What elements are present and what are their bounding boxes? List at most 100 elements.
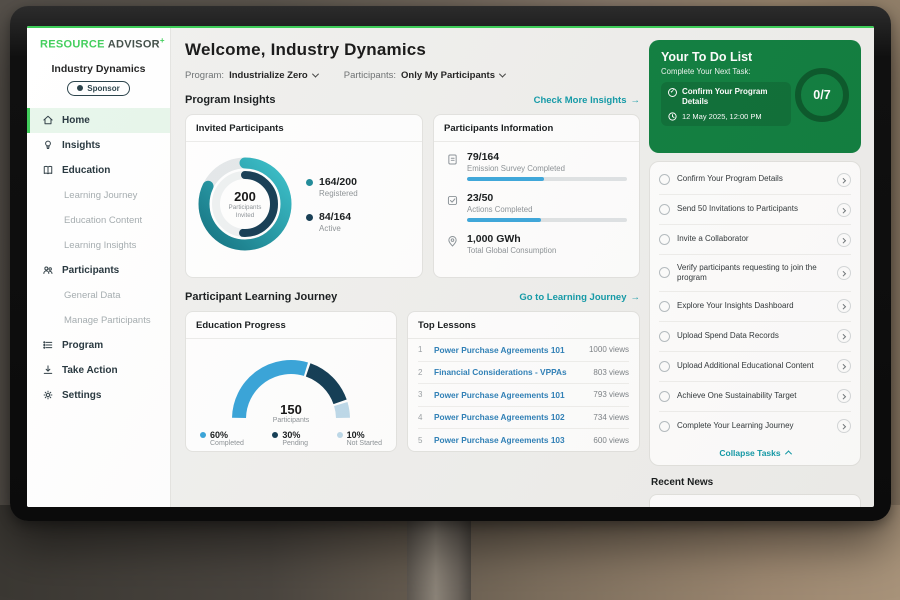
- sidebar-item-education-content[interactable]: Education Content: [27, 208, 170, 233]
- lesson-title-link[interactable]: Power Purchase Agreements 101: [434, 390, 585, 400]
- registered-value: 164/200: [319, 176, 358, 188]
- todo-panel: Your To Do List Complete Your Next Task:…: [649, 26, 861, 507]
- invited-participants-donut: 200 Participants Invited: [190, 149, 300, 259]
- task-checkbox[interactable]: [659, 301, 670, 312]
- sidebar-item-settings[interactable]: Settings: [27, 383, 170, 408]
- progress-fill: [467, 177, 544, 181]
- task-label: Verify participants requesting to join t…: [677, 263, 830, 284]
- task-row[interactable]: Upload Spend Data Records: [659, 322, 851, 352]
- check-more-insights-link[interactable]: Check More Insights →: [534, 95, 640, 106]
- task-open-button[interactable]: [837, 203, 851, 217]
- sidebar-item-home[interactable]: Home: [27, 108, 170, 133]
- chevron-right-icon: [840, 304, 846, 310]
- task-row[interactable]: Send 50 Invitations to Participants: [659, 195, 851, 225]
- map-pin-icon: [446, 235, 459, 248]
- sidebar-item-label: Education Content: [64, 215, 142, 226]
- sidebar-item-learning-insights[interactable]: Learning Insights: [27, 233, 170, 258]
- lesson-title-link[interactable]: Power Purchase Agreements 102: [434, 412, 585, 422]
- progress-fill: [467, 218, 541, 222]
- task-label: Confirm Your Program Details: [677, 174, 830, 184]
- next-task-label: Confirm Your Program Details: [682, 87, 784, 107]
- chevron-right-icon: [840, 207, 846, 213]
- task-row[interactable]: Complete Your Learning Journey: [659, 412, 851, 441]
- link-label: Check More Insights: [534, 95, 627, 106]
- lesson-row: 4 Power Purchase Agreements 102 734 view…: [418, 407, 629, 430]
- donut-legend: 164/200 Registered 84/164 Active: [302, 176, 358, 233]
- stat-value: 23/50: [467, 192, 627, 204]
- chevron-right-icon: [840, 237, 846, 243]
- legend-value: 10%: [347, 430, 382, 440]
- task-checkbox[interactable]: [659, 421, 670, 432]
- sidebar-item-take-action[interactable]: Take Action: [27, 358, 170, 383]
- participants-filter-dropdown[interactable]: Participants: Only My Participants: [344, 70, 505, 81]
- stat-label: Total Global Consumption: [467, 246, 627, 255]
- sidebar-item-education[interactable]: Education: [27, 158, 170, 183]
- task-checkbox[interactable]: [659, 331, 670, 342]
- main-content: Welcome, Industry Dynamics Program: Indu…: [171, 26, 649, 507]
- lesson-rank: 5: [418, 436, 426, 445]
- legend-dot-active: [306, 214, 313, 221]
- sidebar-item-insights[interactable]: Insights: [27, 133, 170, 158]
- task-open-button[interactable]: [837, 299, 851, 313]
- task-row[interactable]: Achieve One Sustainability Target: [659, 382, 851, 412]
- participants-icon: [42, 264, 54, 276]
- insights-cards-row: Invited Participants: [185, 114, 640, 278]
- task-open-button[interactable]: [837, 266, 851, 280]
- active-value: 84/164: [319, 211, 351, 223]
- stat-label: Actions Completed: [467, 205, 627, 214]
- sidebar-item-label: Participants: [62, 265, 119, 276]
- lesson-views: 1000 views: [589, 345, 629, 354]
- task-row[interactable]: Confirm Your Program Details: [659, 165, 851, 195]
- task-checkbox[interactable]: [659, 361, 670, 372]
- program-filter-dropdown[interactable]: Program: Industrialize Zero: [185, 70, 318, 81]
- task-row[interactable]: Upload Additional Educational Content: [659, 352, 851, 382]
- task-open-button[interactable]: [837, 233, 851, 247]
- sidebar-item-manage-participants[interactable]: Manage Participants: [27, 308, 170, 333]
- task-checkbox[interactable]: [659, 234, 670, 245]
- sidebar-item-learning-journey[interactable]: Learning Journey: [27, 183, 170, 208]
- sidebar-item-participants[interactable]: Participants: [27, 258, 170, 283]
- stat-actions-completed: 23/50 Actions Completed: [446, 192, 627, 222]
- todo-title: Your To Do List: [661, 50, 849, 64]
- go-to-learning-journey-link[interactable]: Go to Learning Journey →: [519, 292, 640, 303]
- task-checkbox[interactable]: [659, 391, 670, 402]
- lesson-title-link[interactable]: Power Purchase Agreements 101: [434, 345, 581, 355]
- active-label: Active: [319, 224, 351, 233]
- lesson-title-link[interactable]: Financial Considerations - VPPAs: [434, 367, 585, 377]
- sidebar-item-label: General Data: [64, 290, 121, 301]
- arrow-right-icon: →: [631, 95, 641, 106]
- task-open-button[interactable]: [837, 419, 851, 433]
- chevron-right-icon: [840, 394, 846, 400]
- legend-registered: 164/200 Registered: [306, 176, 358, 198]
- education-progress-card: Education Progress 150 Participants 60%: [185, 311, 397, 452]
- task-checkbox[interactable]: [659, 174, 670, 185]
- lesson-title-link[interactable]: Power Purchase Agreements 103: [434, 435, 585, 445]
- legend-label: Not Started: [347, 440, 382, 447]
- task-row[interactable]: Invite a Collaborator: [659, 225, 851, 255]
- todo-summary-card: Your To Do List Complete Your Next Task:…: [649, 40, 861, 153]
- task-open-button[interactable]: [837, 359, 851, 373]
- todo-progress-count: 0/7: [793, 66, 851, 124]
- sidebar-item-general-data[interactable]: General Data: [27, 283, 170, 308]
- task-open-button[interactable]: [837, 329, 851, 343]
- insights-icon: [42, 139, 54, 151]
- task-checkbox[interactable]: [659, 267, 670, 278]
- task-open-button[interactable]: [837, 173, 851, 187]
- collapse-tasks-button[interactable]: Collapse Tasks: [659, 441, 851, 465]
- chevron-right-icon: [840, 334, 846, 340]
- stat-value: 1,000 GWh: [467, 233, 627, 245]
- card-title: Invited Participants: [186, 115, 422, 142]
- participants-filter-label: Participants:: [344, 70, 396, 81]
- task-row[interactable]: Explore Your Insights Dashboard: [659, 292, 851, 322]
- org-name: Industry Dynamics: [27, 63, 170, 75]
- task-label: Invite a Collaborator: [677, 234, 830, 244]
- legend-label: Completed: [210, 440, 244, 447]
- task-label: Upload Spend Data Records: [677, 331, 830, 341]
- gauge-center-label: Participants: [216, 417, 366, 424]
- task-open-button[interactable]: [837, 389, 851, 403]
- task-row[interactable]: Verify participants requesting to join t…: [659, 255, 851, 292]
- legend-completed: 60% Completed: [200, 430, 244, 447]
- sidebar-item-program[interactable]: Program: [27, 333, 170, 358]
- learning-cards-row: Education Progress 150 Participants 60%: [185, 311, 640, 452]
- task-checkbox[interactable]: [659, 204, 670, 215]
